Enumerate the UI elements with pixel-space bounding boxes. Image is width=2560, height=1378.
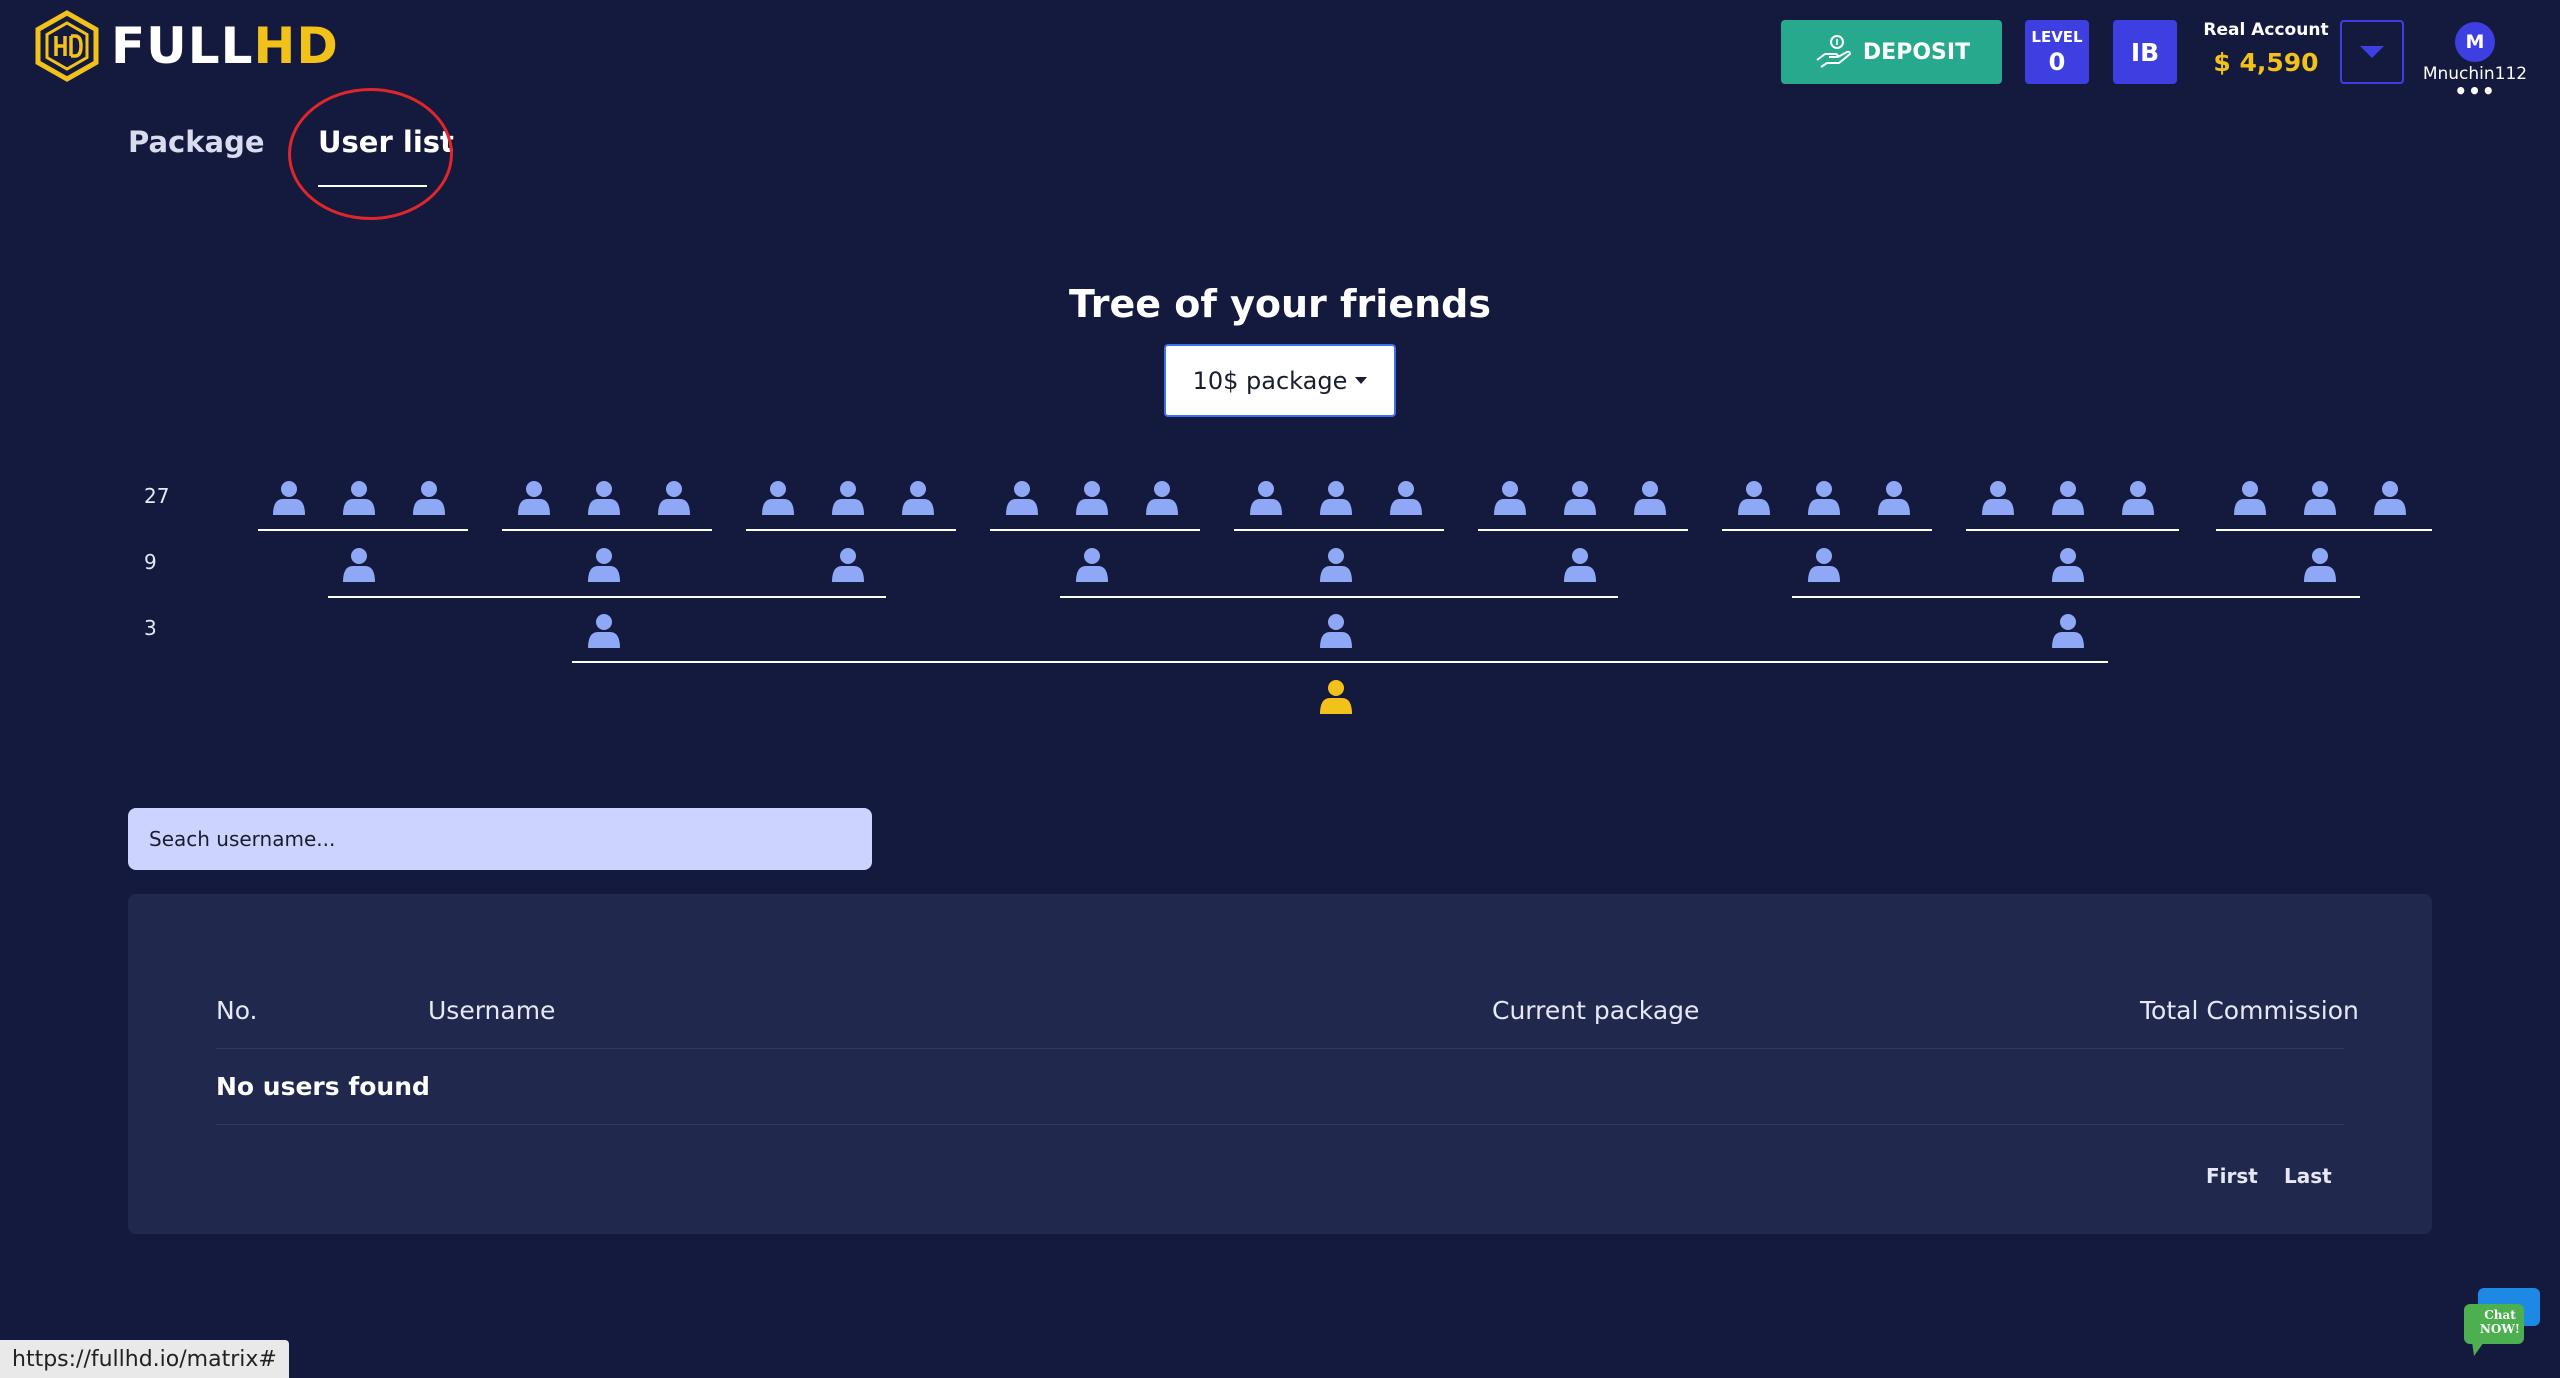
tree-member-l3-9 — [902, 481, 934, 515]
logo-wordmark: FULLHD — [111, 17, 339, 75]
search-username-input[interactable] — [128, 808, 872, 870]
account-switch-dropdown[interactable] — [2340, 20, 2404, 84]
column-header-no: No. — [216, 996, 258, 1025]
tree-member-l2-9 — [2304, 548, 2336, 582]
tree-member-l3-10 — [1006, 481, 1038, 515]
tree-member-l3-4 — [518, 481, 550, 515]
chat-label-line2: NOW! — [2479, 1322, 2521, 1336]
tree-member-l3-18 — [1634, 481, 1666, 515]
tree-member-l3-25 — [2234, 481, 2266, 515]
tree-member-l3-8 — [832, 481, 864, 515]
tree-member-l2-6 — [1564, 548, 1596, 582]
tree-member-l3-16 — [1494, 481, 1526, 515]
tree-member-l3-3 — [413, 481, 445, 515]
tree-title: Tree of your friends — [1069, 282, 1491, 326]
tree-member-l3-14 — [1320, 481, 1352, 515]
tree-member-l3-17 — [1564, 481, 1596, 515]
logo-text-hd: HD — [253, 17, 339, 75]
tree-root-user-icon — [1320, 680, 1352, 714]
tree-member-l3-23 — [2052, 481, 2084, 515]
tree-member-l3-26 — [2304, 481, 2336, 515]
tree-member-l2-7 — [1808, 548, 1840, 582]
tree-member-l3-22 — [1982, 481, 2014, 515]
tab-package[interactable]: Package — [128, 125, 265, 159]
logo-text-full: FULL — [111, 17, 254, 75]
tree-member-l3-27 — [2374, 481, 2406, 515]
package-select-value: 10$ package — [1192, 366, 1348, 395]
account-balance: $ 4,590 — [2213, 48, 2319, 77]
tree-member-l3-1 — [273, 481, 305, 515]
chat-label: Chat NOW! — [2474, 1308, 2526, 1336]
pagination-first-link[interactable]: First — [2206, 1164, 2258, 1188]
package-select[interactable]: 10$ package — [1164, 344, 1396, 417]
account-type: Real Account — [2203, 20, 2329, 40]
user-table-card — [128, 894, 2432, 1234]
tree-member-l3-24 — [2122, 481, 2154, 515]
tree-member-l3-5 — [588, 481, 620, 515]
empty-state-message: No users found — [216, 1072, 430, 1101]
tree-member-l3-19 — [1738, 481, 1770, 515]
highlight-circle-annotation — [288, 88, 453, 220]
user-menu[interactable]: M Mnuchin112 ••• — [2420, 22, 2530, 103]
caret-down-icon — [1355, 377, 1368, 384]
ib-label: IB — [2130, 37, 2160, 67]
level-value: 0 — [2048, 48, 2066, 76]
avatar: M — [2455, 22, 2495, 62]
tree-member-l3-13 — [1250, 481, 1282, 515]
avatar-initial: M — [2465, 31, 2485, 53]
tree-member-l1-2 — [1320, 614, 1352, 648]
account-summary[interactable]: Real Account $ 4,590 — [2196, 20, 2336, 77]
ib-button[interactable]: IB — [2113, 20, 2177, 84]
tree-member-l2-3 — [832, 548, 864, 582]
column-header-current-package: Current package — [1492, 996, 1700, 1025]
caret-down-icon — [2360, 46, 2384, 58]
table-header-divider — [216, 1048, 2344, 1049]
tree-member-l2-4 — [1076, 548, 1108, 582]
column-header-username: Username — [428, 996, 556, 1025]
tree-row-label-9: 9 — [144, 550, 157, 574]
level-label: LEVEL — [2031, 28, 2083, 46]
logo-hexagon-icon — [35, 10, 99, 82]
tree-member-l3-11 — [1076, 481, 1108, 515]
tree-member-l3-2 — [343, 481, 375, 515]
tree-member-l3-15 — [1390, 481, 1422, 515]
tree-member-l3-7 — [762, 481, 794, 515]
chat-label-line1: Chat — [2484, 1308, 2516, 1322]
level-badge[interactable]: LEVEL 0 — [2025, 20, 2089, 84]
pagination-last-link[interactable]: Last — [2284, 1164, 2332, 1188]
tree-member-l3-20 — [1808, 481, 1840, 515]
tree-member-l2-1 — [343, 548, 375, 582]
tree-member-l2-8 — [2052, 548, 2084, 582]
tree-member-l1-3 — [2052, 614, 2084, 648]
tree-member-l2-5 — [1320, 548, 1352, 582]
table-row-divider — [216, 1124, 2344, 1125]
deposit-button[interactable]: DEPOSIT — [1781, 20, 2002, 84]
tree-member-l2-2 — [588, 548, 620, 582]
more-icon: ••• — [2454, 79, 2496, 103]
tree-row-label-3: 3 — [144, 616, 157, 640]
deposit-label: DEPOSIT — [1862, 39, 1971, 65]
brand-logo[interactable]: FULLHD — [31, 10, 339, 82]
column-header-total-commission: Total Commission — [2140, 996, 2359, 1025]
hand-coin-icon — [1816, 35, 1851, 68]
tree-member-l3-6 — [658, 481, 690, 515]
tree-row-label-27: 27 — [144, 484, 170, 508]
tree-member-l3-12 — [1146, 481, 1178, 515]
status-bar-url: https://fullhd.io/matrix# — [0, 1340, 289, 1378]
tree-member-l3-21 — [1878, 481, 1910, 515]
tree-member-l1-1 — [588, 614, 620, 648]
